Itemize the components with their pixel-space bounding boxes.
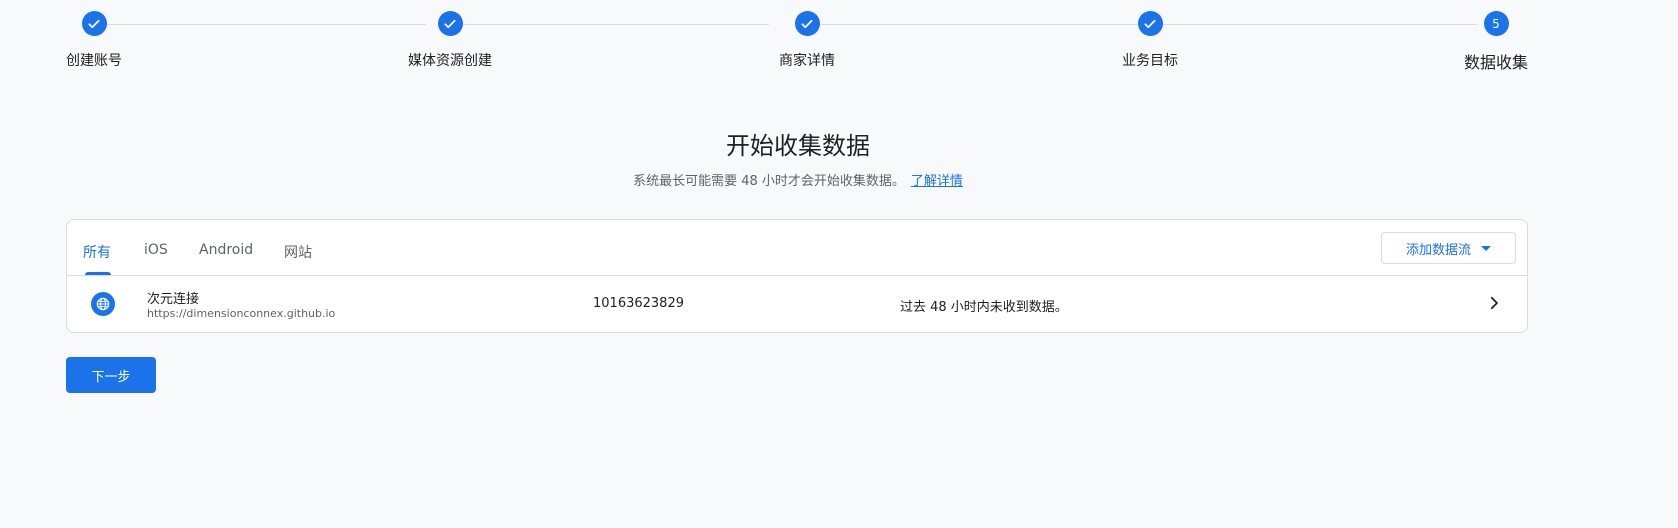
check-icon xyxy=(437,11,463,36)
add-stream-button[interactable]: 添加数据流 xyxy=(1381,232,1516,264)
tab-android[interactable]: Android xyxy=(199,242,253,258)
step-business-details: 商家详情 xyxy=(727,11,887,70)
step-property-creation: 媒体资源创建 xyxy=(370,11,530,70)
caret-down-icon xyxy=(1481,245,1491,251)
stream-status: 过去 48 小时内未收到数据。 xyxy=(900,300,1068,315)
step-label: 创建账号 xyxy=(66,53,122,69)
step-create-account: 创建账号 xyxy=(14,11,174,70)
check-icon xyxy=(1137,11,1163,36)
tab-all[interactable]: 所有 xyxy=(83,242,111,262)
add-stream-label: 添加数据流 xyxy=(1405,242,1471,258)
chevron-right-icon[interactable] xyxy=(1485,294,1503,312)
globe-icon xyxy=(91,292,115,316)
step-label: 数据收集 xyxy=(1463,53,1528,72)
step-label: 业务目标 xyxy=(1122,53,1178,69)
stream-tabs: 所有 iOS Android 网站 添加数据流 xyxy=(67,220,1527,276)
step-data-collection: 5 数据收集 xyxy=(1416,11,1576,73)
setup-stepper: 创建账号 媒体资源创建 商家详情 业务目标 5 数据收集 xyxy=(0,0,1678,80)
step-number: 5 xyxy=(1483,11,1509,36)
check-icon xyxy=(794,11,820,36)
page-title: 开始收集数据 xyxy=(726,132,870,160)
tab-ios[interactable]: iOS xyxy=(144,242,168,258)
stream-url: https://dimensionconnex.github.io xyxy=(147,307,336,320)
stream-row[interactable]: 次元连接 https://dimensionconnex.github.io 1… xyxy=(67,276,1527,333)
stream-name: 次元连接 xyxy=(147,292,200,307)
check-icon xyxy=(81,11,107,36)
learn-more-link[interactable]: 了解详情 xyxy=(911,174,963,189)
step-label: 媒体资源创建 xyxy=(408,53,492,69)
next-button[interactable]: 下一步 xyxy=(66,357,156,393)
step-label: 商家详情 xyxy=(779,53,835,69)
stream-id: 10163623829 xyxy=(593,296,684,311)
step-business-objectives: 业务目标 xyxy=(1070,11,1230,70)
page-subtitle: 系统最长可能需要 48 小时才会开始收集数据。 了解详情 xyxy=(0,170,1596,189)
active-tab-indicator xyxy=(85,272,111,275)
page: 创建账号 媒体资源创建 商家详情 业务目标 5 数据收集 开始收集数据 系统最长… xyxy=(0,0,1678,528)
tab-web[interactable]: 网站 xyxy=(284,242,312,262)
data-streams-card: 所有 iOS Android 网站 添加数据流 次元连接 https://dim… xyxy=(66,219,1528,333)
subtitle-text: 系统最长可能需要 48 小时才会开始收集数据。 xyxy=(633,174,905,189)
